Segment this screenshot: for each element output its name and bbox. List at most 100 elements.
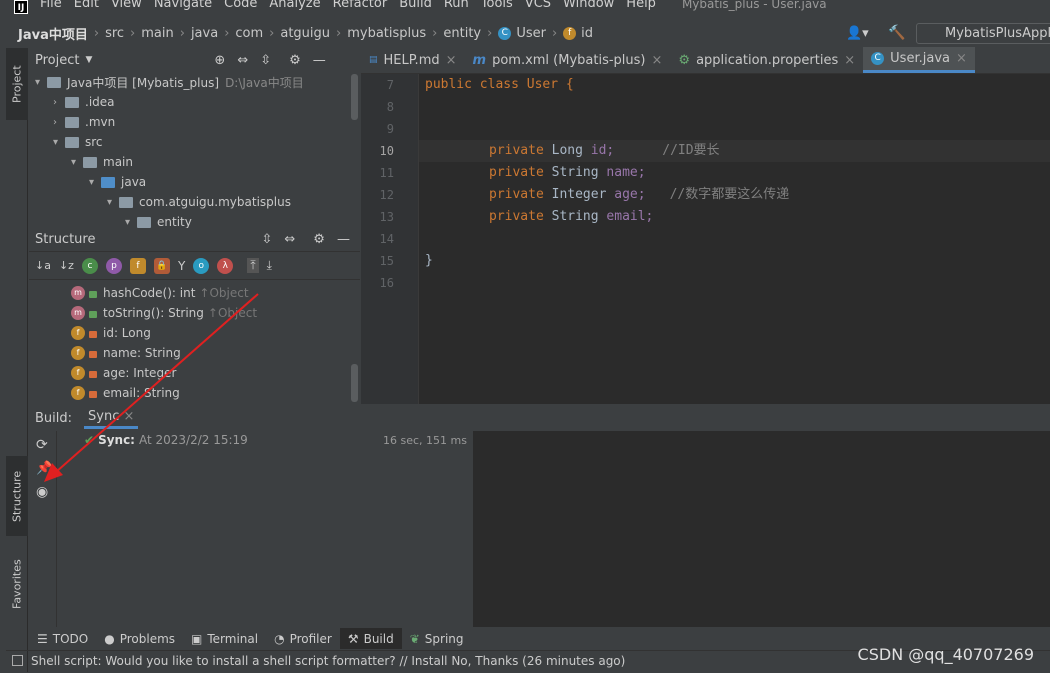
pin-icon[interactable]: 📌 (36, 461, 56, 476)
project-panel: Project ▼ ⊕ ⇔ ⇳ ⚙ — ▾ Java中项目 [Mybatis_plu… (29, 48, 360, 229)
gear-icon[interactable]: ⚙ (313, 232, 325, 247)
breadcrumb-entity[interactable]: entity (443, 26, 481, 41)
breadcrumb-atguigu[interactable]: atguigu (280, 26, 330, 41)
sort-visibility-icon[interactable]: ↓a (35, 259, 51, 272)
gear-icon[interactable]: ⚙ (289, 53, 301, 68)
menu-analyze[interactable]: Analyze (269, 0, 320, 10)
hammer-icon[interactable]: 🔨 (888, 25, 905, 41)
close-icon[interactable]: × (844, 53, 855, 68)
menu-build[interactable]: Build (399, 0, 432, 10)
build-output[interactable] (473, 431, 1050, 627)
panel-toggle-icon[interactable] (12, 655, 23, 666)
menu-code[interactable]: Code (224, 0, 257, 10)
breadcrumb-mybatisplus[interactable]: mybatisplus (347, 26, 426, 41)
crosshair-icon[interactable]: ⊕ (214, 53, 225, 68)
tree-item-mvn[interactable]: › .mvn (29, 112, 360, 132)
menu-navigate[interactable]: Navigate (154, 0, 212, 10)
tab-help-md[interactable]: ▤ HELP.md × (361, 47, 465, 73)
properties-icon[interactable]: p (105, 257, 122, 274)
status-message[interactable]: Shell script: Would you like to install … (31, 654, 625, 668)
close-icon[interactable]: × (446, 53, 457, 68)
tab-sync[interactable]: Sync × (84, 407, 139, 429)
left-tool-strip: Project Structure Favorites (6, 48, 28, 672)
menu-file[interactable]: File (40, 0, 62, 10)
lambda-icon[interactable]: λ (217, 257, 234, 274)
close-icon[interactable]: × (652, 53, 663, 68)
close-icon[interactable]: × (956, 51, 967, 66)
collapse-icon[interactable]: ⇔ (237, 53, 248, 68)
eye-icon[interactable]: ◉ (36, 484, 56, 500)
tab-profiler[interactable]: ◔ Profiler (266, 628, 340, 649)
code-line-name: private String name; (489, 165, 646, 180)
tab-structure[interactable]: Structure (6, 456, 28, 536)
tree-item-main[interactable]: ▾ main (29, 152, 360, 172)
menu-vcs[interactable]: VCS (525, 0, 551, 10)
tree-item-java[interactable]: ▾ java (29, 172, 360, 192)
structure-item[interactable]: f id: Long (29, 323, 360, 343)
tab-terminal[interactable]: ▣ Terminal (183, 628, 266, 649)
tab-build[interactable]: ⚒ Build (339, 628, 402, 649)
field-icon: f (71, 326, 85, 340)
class-icon: C (498, 26, 512, 40)
menu-view[interactable]: View (111, 0, 142, 10)
tree-item-package[interactable]: ▾ com.atguigu.mybatisplus (29, 192, 360, 212)
structure-item[interactable]: m toString(): String ↑Object (29, 303, 360, 323)
sort-alpha-icon[interactable]: ↓z (59, 259, 74, 272)
project-panel-title[interactable]: Project (35, 53, 79, 68)
field-icon: f (71, 366, 85, 380)
spring-icon: ❦ (409, 631, 420, 646)
structure-item[interactable]: f name: String (29, 343, 360, 363)
non-public-icon[interactable]: 🔒 (153, 257, 170, 274)
chevron-down-icon[interactable]: ▼ (85, 55, 92, 65)
tab-application-properties[interactable]: ⚙ application.properties × (670, 47, 863, 73)
structure-item[interactable]: f age: Integer (29, 363, 360, 383)
tree-item-root[interactable]: ▾ Java中项目 [Mybatis_plus] D:\Java中项目 (29, 72, 360, 92)
menu-refactor[interactable]: Refactor (333, 0, 388, 10)
source-folder-icon (101, 176, 115, 188)
breadcrumb-java[interactable]: java (191, 26, 218, 41)
minimize-icon[interactable]: — (337, 232, 350, 247)
lambdas-icon[interactable]: o (193, 257, 210, 274)
breadcrumb-project[interactable]: Java中项目 (18, 24, 88, 43)
breadcrumb-com[interactable]: com (235, 26, 263, 41)
refresh-icon[interactable]: ⟳ (36, 437, 56, 453)
breadcrumb-id[interactable]: f id (563, 26, 593, 41)
breadcrumb-user[interactable]: C User (498, 26, 546, 41)
tree-item-src[interactable]: ▾ src (29, 132, 360, 152)
expand-icon[interactable]: ⇳ (260, 53, 271, 68)
scrollbar[interactable] (351, 74, 358, 120)
minimize-icon[interactable]: — (313, 53, 326, 68)
close-icon[interactable]: × (124, 409, 135, 424)
structure-item[interactable]: m hashCode(): int ↑Object (29, 283, 360, 303)
list-icon: ☰ (37, 631, 48, 646)
anonymous-icon[interactable]: Y (178, 259, 185, 273)
user-icon[interactable]: 👤▾ (846, 26, 869, 41)
structure-item[interactable]: f email: String (29, 383, 360, 403)
scrollbar[interactable] (351, 364, 358, 402)
inherited-icon[interactable]: c (81, 257, 98, 274)
tab-project[interactable]: Project (6, 48, 28, 120)
tab-spring[interactable]: ❦ Spring (402, 628, 472, 649)
fields-icon[interactable]: f (129, 257, 146, 274)
menu-window[interactable]: Window (563, 0, 614, 10)
code-editor[interactable]: 7 8 9 10 11 12 13 14 15 16 public class … (361, 74, 1050, 404)
tab-problems[interactable]: ● Problems (96, 628, 183, 649)
sync-result-row[interactable]: ✔ Sync: At 2023/2/2 15:19 16 sec, 151 ms (58, 431, 473, 449)
tab-user-java[interactable]: C User.java × (863, 47, 975, 73)
tree-item-idea[interactable]: › .idea (29, 92, 360, 112)
menu-run[interactable]: Run (444, 0, 469, 10)
menu-tools[interactable]: Tools (481, 0, 513, 10)
autoscroll-from-source-icon[interactable]: ⤓ (267, 258, 272, 273)
breadcrumb-main[interactable]: main (141, 26, 173, 41)
autoscroll-to-source-icon[interactable]: ⤒ (247, 258, 259, 273)
tab-favorites[interactable]: Favorites (6, 548, 28, 620)
tab-pom-xml[interactable]: m pom.xml (Mybatis-plus) × (465, 47, 671, 73)
tab-todo[interactable]: ☰ TODO (29, 628, 96, 649)
run-config-select[interactable]: MybatisPlusApplic (916, 23, 1050, 44)
breadcrumb-src[interactable]: src (105, 26, 124, 41)
collapse-all-icon[interactable]: ⇔ (284, 232, 295, 247)
folder-icon (83, 156, 97, 168)
expand-all-icon[interactable]: ⇳ (261, 232, 272, 247)
menu-help[interactable]: Help (626, 0, 656, 10)
menu-edit[interactable]: Edit (74, 0, 99, 10)
